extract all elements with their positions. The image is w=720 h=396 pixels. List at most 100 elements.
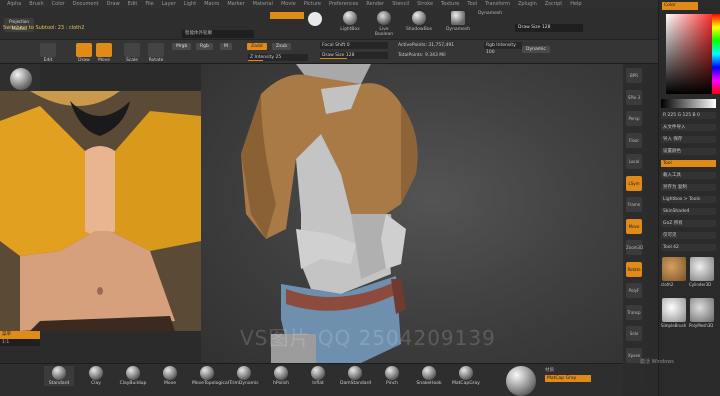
brush-item[interactable]: SnakeHook bbox=[414, 366, 444, 386]
shelf-button[interactable]: Frame bbox=[626, 197, 642, 212]
tool-thumb-simplebrush[interactable] bbox=[662, 298, 686, 322]
panel-row[interactable]: 载入工具 bbox=[661, 172, 716, 179]
menu-item[interactable]: Marker bbox=[224, 0, 247, 9]
menu-item[interactable]: Document bbox=[70, 0, 102, 9]
edit-button[interactable]: Edit bbox=[40, 43, 56, 63]
menu-item[interactable]: Alpha bbox=[4, 0, 24, 9]
zsub-button[interactable]: Zsub bbox=[272, 43, 292, 50]
menu-item[interactable]: Light bbox=[181, 0, 199, 9]
dynamesh-button-2[interactable]: Dynamesh bbox=[475, 11, 505, 16]
tool-thumb-cloth[interactable] bbox=[662, 257, 686, 281]
menu-item[interactable]: Color bbox=[49, 0, 68, 9]
draw-button[interactable]: Draw bbox=[76, 43, 92, 63]
brush-item[interactable]: Inflat bbox=[303, 366, 333, 386]
shelf-button[interactable]: PolyF bbox=[626, 283, 642, 298]
panel-row[interactable]: R 225 G 125 B 0 bbox=[661, 112, 716, 119]
menu-item[interactable]: Movie bbox=[278, 0, 299, 9]
menu-item[interactable]: Zplugin bbox=[515, 0, 540, 9]
reference-scale[interactable]: 1:1 bbox=[0, 339, 40, 346]
panel-row[interactable]: 导入 保存 bbox=[661, 136, 716, 143]
shelf-button[interactable]: Rotate bbox=[626, 261, 642, 277]
dynamesh-button[interactable]: Dynamesh bbox=[444, 11, 472, 32]
menu-item[interactable]: File bbox=[142, 0, 156, 9]
menu-item[interactable]: Macro bbox=[201, 0, 222, 9]
color-palette-title[interactable]: Color bbox=[662, 2, 698, 10]
brush-item[interactable]: Standard bbox=[44, 366, 74, 386]
menu-item[interactable]: Render bbox=[363, 0, 387, 9]
panel-row[interactable]: Lightbox > Tools bbox=[661, 196, 716, 203]
brush-item[interactable]: Clay bbox=[81, 366, 111, 386]
focal-shift-slider[interactable]: Focal Shift 0 bbox=[320, 42, 388, 49]
brush-item[interactable]: Move bbox=[155, 366, 185, 386]
menu-item[interactable]: Preferences bbox=[326, 0, 361, 9]
m-button[interactable]: M bbox=[220, 43, 232, 50]
zadd-button[interactable]: Zadd bbox=[247, 43, 267, 50]
menu-item[interactable]: Texture bbox=[438, 0, 462, 9]
menu-item[interactable]: Brush bbox=[26, 0, 46, 9]
rgb-intensity-slider[interactable]: Rgb Intensity 100 bbox=[484, 42, 522, 55]
menu-item[interactable]: Stroke bbox=[414, 0, 436, 9]
lightbox-button[interactable]: LightBox bbox=[338, 11, 362, 32]
menu-item[interactable]: Material bbox=[250, 0, 276, 9]
mrgb-button[interactable]: Mrgb bbox=[172, 43, 192, 50]
material-preview-icon[interactable] bbox=[506, 366, 536, 396]
shadowbox-button[interactable]: ShadowBox bbox=[405, 11, 433, 32]
rotate-button[interactable]: Rotate bbox=[148, 43, 164, 63]
shelf-button[interactable]: Transp bbox=[626, 304, 642, 320]
panel-row[interactable]: 仅可见 bbox=[661, 232, 716, 239]
shelf-button[interactable]: Solo bbox=[626, 326, 642, 341]
panel-row[interactable]: GoZ 所有 bbox=[661, 220, 716, 227]
gray-strip[interactable] bbox=[661, 99, 716, 108]
tool-thumb-polymesh[interactable] bbox=[690, 298, 714, 322]
shelf-button[interactable]: Persp bbox=[626, 111, 642, 126]
live-boolean-button[interactable]: Live Boolean bbox=[370, 11, 398, 37]
menu-item[interactable]: Draw bbox=[104, 0, 123, 9]
reference-note[interactable]: 菜单 bbox=[0, 331, 40, 339]
move-button[interactable]: Move bbox=[96, 43, 112, 63]
brush-item[interactable]: Pinch bbox=[377, 366, 407, 386]
material-sphere-icon[interactable] bbox=[308, 12, 322, 26]
menu-item[interactable]: Layer bbox=[159, 0, 179, 9]
brush-item[interactable]: ClayBuildup bbox=[118, 366, 148, 386]
menu-item[interactable]: Edit bbox=[125, 0, 141, 9]
tool-thumb-cylinder[interactable] bbox=[690, 257, 714, 281]
panel-row[interactable]: 从文件导入 bbox=[661, 124, 716, 131]
shelf-button[interactable]: Floor bbox=[626, 132, 642, 148]
preset-dropdown[interactable]: 智能体外轮廓 bbox=[182, 30, 254, 38]
dynamic-button[interactable]: Dynamic bbox=[522, 46, 550, 53]
shelf-button[interactable]: SPix 3 bbox=[626, 89, 642, 105]
brush-item[interactable]: TrimDynamic bbox=[229, 366, 259, 386]
brush-item[interactable]: DamStandard bbox=[340, 366, 371, 386]
draw-size-slider[interactable]: Draw Size 128 bbox=[515, 24, 583, 32]
shelf-button[interactable]: Local bbox=[626, 154, 642, 169]
hue-strip[interactable] bbox=[712, 14, 720, 94]
shelf-button[interactable]: Move bbox=[626, 218, 642, 234]
menu-item[interactable]: Help bbox=[567, 0, 584, 9]
menu-item[interactable]: Picture bbox=[301, 0, 324, 9]
top-palette: Projection Master 智能体外轮廓 LightBox Live B… bbox=[0, 9, 660, 40]
brush-item[interactable]: hPolish bbox=[266, 366, 296, 386]
draw-size-slider-2[interactable]: Draw Size 128 bbox=[320, 52, 388, 59]
panel-row[interactable]: 另存为 复制 bbox=[661, 184, 716, 191]
brush-item[interactable]: MatCapGray bbox=[451, 366, 481, 386]
color-picker[interactable] bbox=[666, 14, 716, 94]
shelf-button[interactable]: LSym bbox=[626, 175, 642, 191]
panel-row[interactable]: SkinShade4 bbox=[661, 208, 716, 215]
panel-row[interactable]: 设置颜色 bbox=[661, 148, 716, 155]
rgb-button[interactable]: Rgb bbox=[196, 43, 213, 50]
material-label[interactable]: MatCap Gray bbox=[545, 375, 591, 382]
current-brush-icon[interactable] bbox=[10, 68, 32, 90]
scale-button[interactable]: Scale bbox=[124, 43, 140, 63]
z-intensity-slider[interactable]: Z Intensity 25 bbox=[248, 54, 308, 61]
shelf-button[interactable]: BPR bbox=[626, 68, 642, 83]
panel-row[interactable]: Tool 42 bbox=[661, 244, 716, 251]
panel-row[interactable]: Tool bbox=[661, 160, 716, 167]
document-canvas[interactable] bbox=[201, 64, 623, 363]
menu-item[interactable]: Tool bbox=[464, 0, 480, 9]
brush-item[interactable]: MoveTopological bbox=[192, 366, 229, 386]
menu-item[interactable]: Stencil bbox=[389, 0, 412, 9]
menu-item[interactable]: Zscript bbox=[542, 0, 565, 9]
menu-item[interactable]: Transform bbox=[482, 0, 513, 9]
total-points: TotalPoints: 9.343 Mil bbox=[398, 53, 446, 58]
shelf-button[interactable]: Zoom3D bbox=[626, 240, 643, 255]
